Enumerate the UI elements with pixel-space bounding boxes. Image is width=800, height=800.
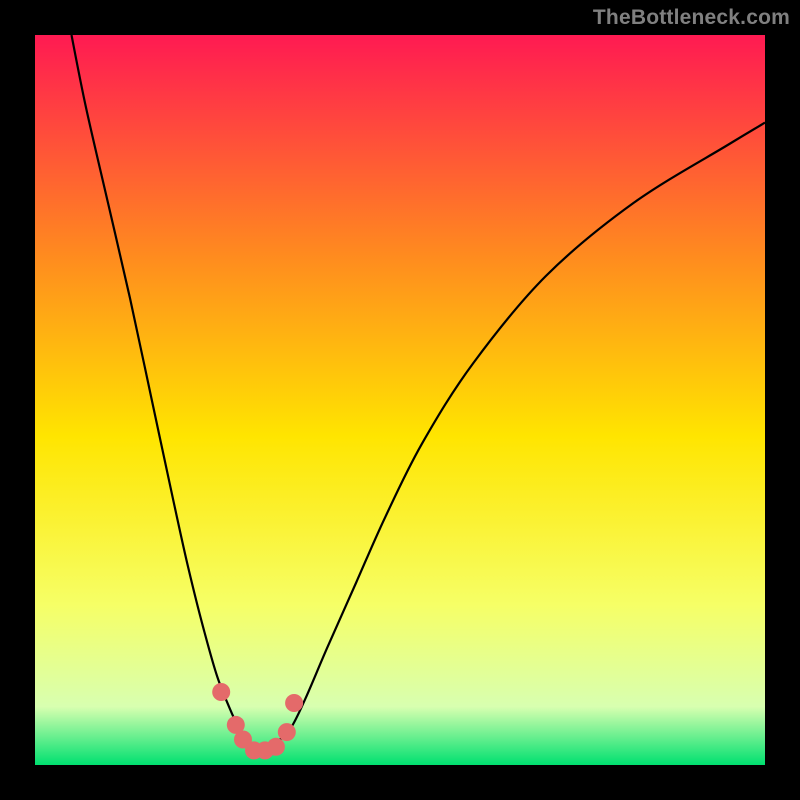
gradient-background	[35, 35, 765, 765]
plot-area	[35, 35, 765, 765]
chart-svg	[35, 35, 765, 765]
highlight-dot	[285, 694, 303, 712]
watermark-text: TheBottleneck.com	[593, 6, 790, 30]
highlight-dot	[278, 723, 296, 741]
highlight-dot	[212, 683, 230, 701]
chart-frame: TheBottleneck.com	[0, 0, 800, 800]
highlight-dot	[267, 738, 285, 756]
